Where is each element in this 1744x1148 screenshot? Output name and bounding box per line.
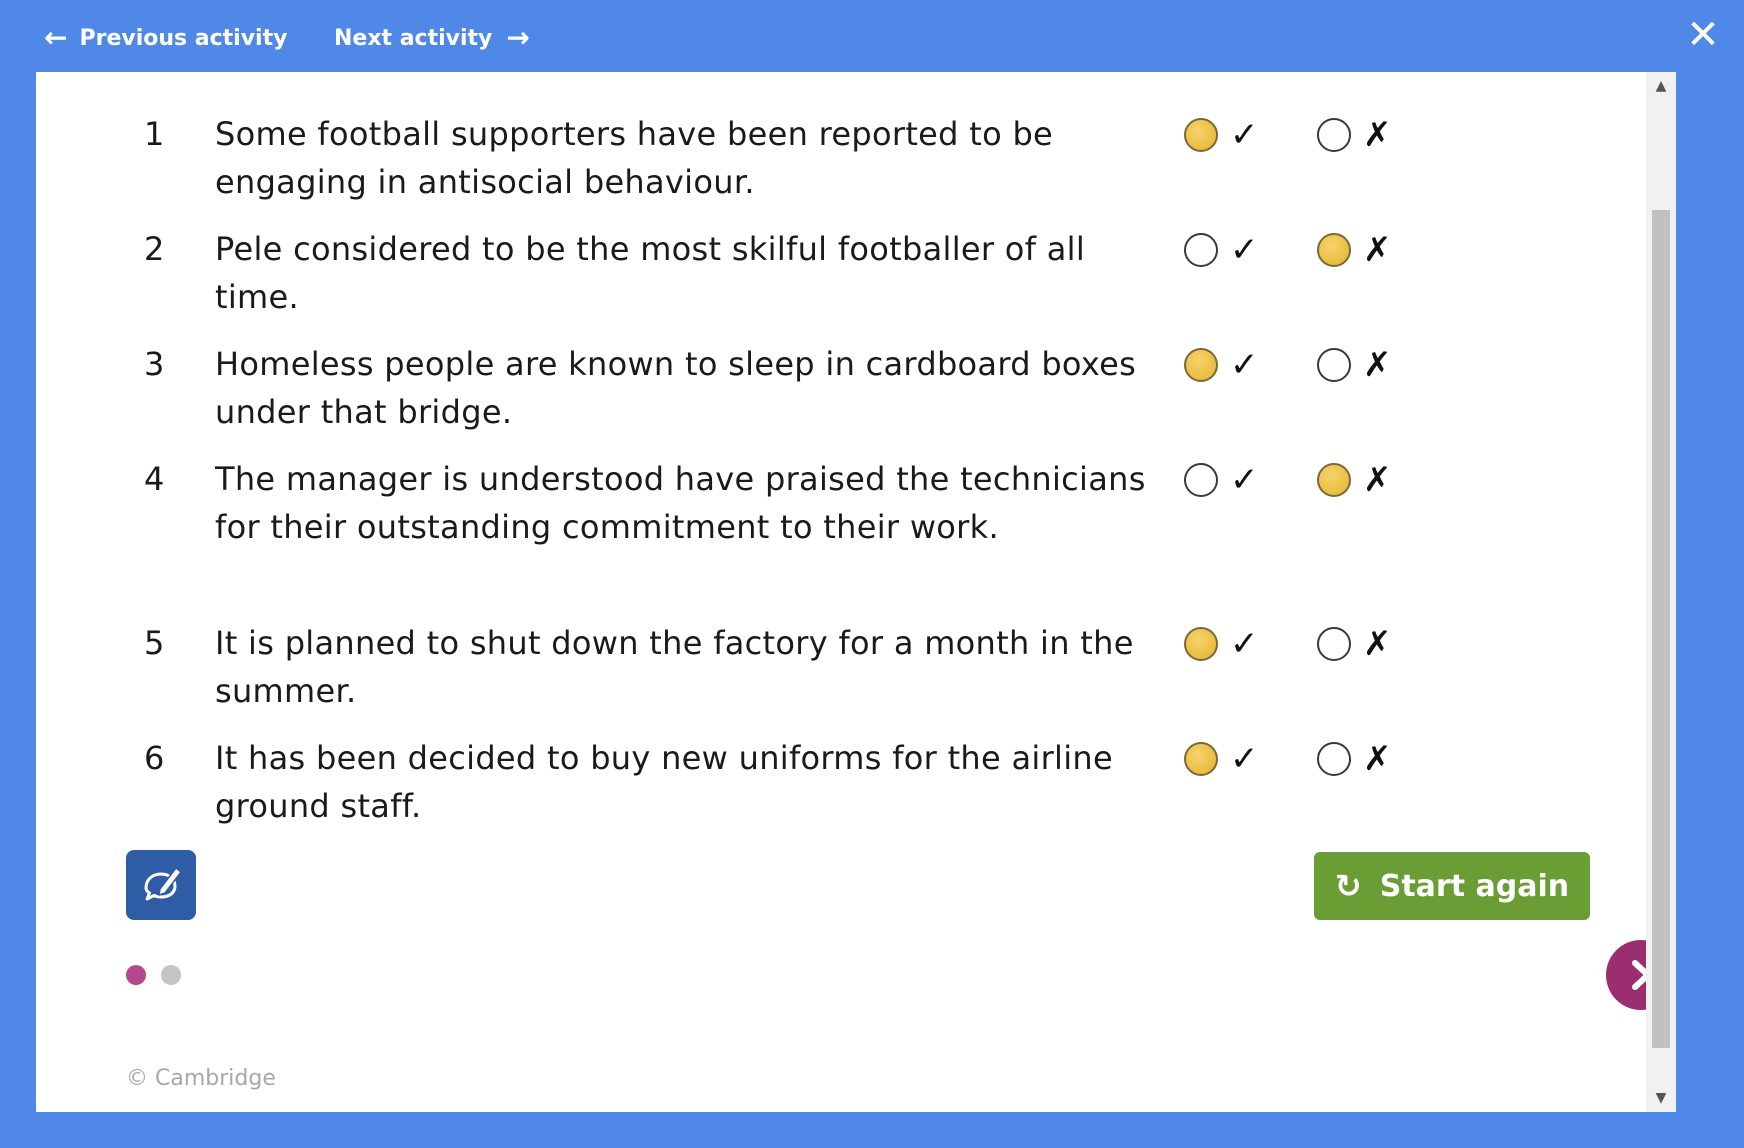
start-again-label: Start again [1379,868,1570,904]
false-option[interactable]: ✗ [1317,742,1392,776]
question-number: 4 [144,460,165,498]
question-number: 5 [144,624,165,662]
true-option[interactable]: ✓ [1184,463,1259,497]
cross-icon: ✗ [1363,230,1392,270]
top-bar: ← Previous activity Next activity → ✕ [0,0,1744,72]
scroll-up-icon[interactable]: ▲ [1646,74,1676,98]
false-radio[interactable] [1317,118,1351,152]
true-radio[interactable] [1184,233,1218,267]
activity-panel: 1 Some football supporters have been rep… [36,72,1676,1112]
true-radio[interactable] [1184,118,1218,152]
next-activity-link[interactable]: Next activity → [334,18,530,58]
question-text: It is planned to shut down the factory f… [215,624,1134,710]
arrow-left-icon: ← [44,21,68,54]
next-activity-label: Next activity [334,25,493,51]
check-icon: ✓ [1230,739,1259,779]
question-number: 2 [144,230,165,268]
copyright-text: © Cambridge [126,1066,276,1091]
pen-comment-icon [144,866,183,901]
check-icon: ✓ [1230,345,1259,385]
false-radio[interactable] [1317,463,1351,497]
check-icon: ✓ [1230,460,1259,500]
true-radio[interactable] [1184,742,1218,776]
true-radio[interactable] [1184,627,1218,661]
cross-icon: ✗ [1363,115,1392,155]
false-option[interactable]: ✗ [1317,118,1392,152]
true-option[interactable]: ✓ [1184,233,1259,267]
close-icon: ✕ [1686,12,1720,58]
previous-activity-label: Previous activity [79,25,288,51]
vertical-scrollbar[interactable]: ▲ ▼ [1646,72,1676,1112]
question-text: The manager is understood have praised t… [215,460,1146,546]
close-button[interactable]: ✕ [1680,10,1726,60]
true-radio[interactable] [1184,463,1218,497]
question-number: 3 [144,345,165,383]
cross-icon: ✗ [1363,624,1392,664]
true-option[interactable]: ✓ [1184,627,1259,661]
pagination-dots [126,965,196,985]
page-dot-1[interactable] [126,965,146,985]
false-option[interactable]: ✗ [1317,463,1392,497]
refresh-icon: ↻ [1334,867,1362,905]
question-text: Homeless people are known to sleep in ca… [215,345,1137,431]
true-radio[interactable] [1184,348,1218,382]
question-number: 1 [144,115,165,153]
question-text: Some football supporters have been repor… [215,115,1054,201]
true-option[interactable]: ✓ [1184,118,1259,152]
arrow-right-icon: → [506,21,530,54]
check-icon: ✓ [1230,230,1259,270]
scroll-down-icon[interactable]: ▼ [1646,1086,1676,1110]
false-option[interactable]: ✗ [1317,627,1392,661]
false-radio[interactable] [1317,233,1351,267]
true-option[interactable]: ✓ [1184,348,1259,382]
pen-tool-button[interactable] [126,850,196,920]
false-radio[interactable] [1317,348,1351,382]
previous-activity-link[interactable]: ← Previous activity [44,18,287,58]
false-option[interactable]: ✗ [1317,233,1392,267]
scrollbar-thumb[interactable] [1652,210,1670,1048]
false-radio[interactable] [1317,627,1351,661]
question-number: 6 [144,739,165,777]
check-icon: ✓ [1230,115,1259,155]
cross-icon: ✗ [1363,739,1392,779]
page-dot-2[interactable] [161,965,181,985]
check-icon: ✓ [1230,624,1259,664]
question-text: It has been decided to buy new uniforms … [215,739,1113,825]
false-option[interactable]: ✗ [1317,348,1392,382]
cross-icon: ✗ [1363,345,1392,385]
question-text: Pele considered to be the most skilful f… [215,230,1086,316]
false-radio[interactable] [1317,742,1351,776]
true-option[interactable]: ✓ [1184,742,1259,776]
start-again-button[interactable]: ↻ Start again [1314,852,1590,920]
cross-icon: ✗ [1363,460,1392,500]
